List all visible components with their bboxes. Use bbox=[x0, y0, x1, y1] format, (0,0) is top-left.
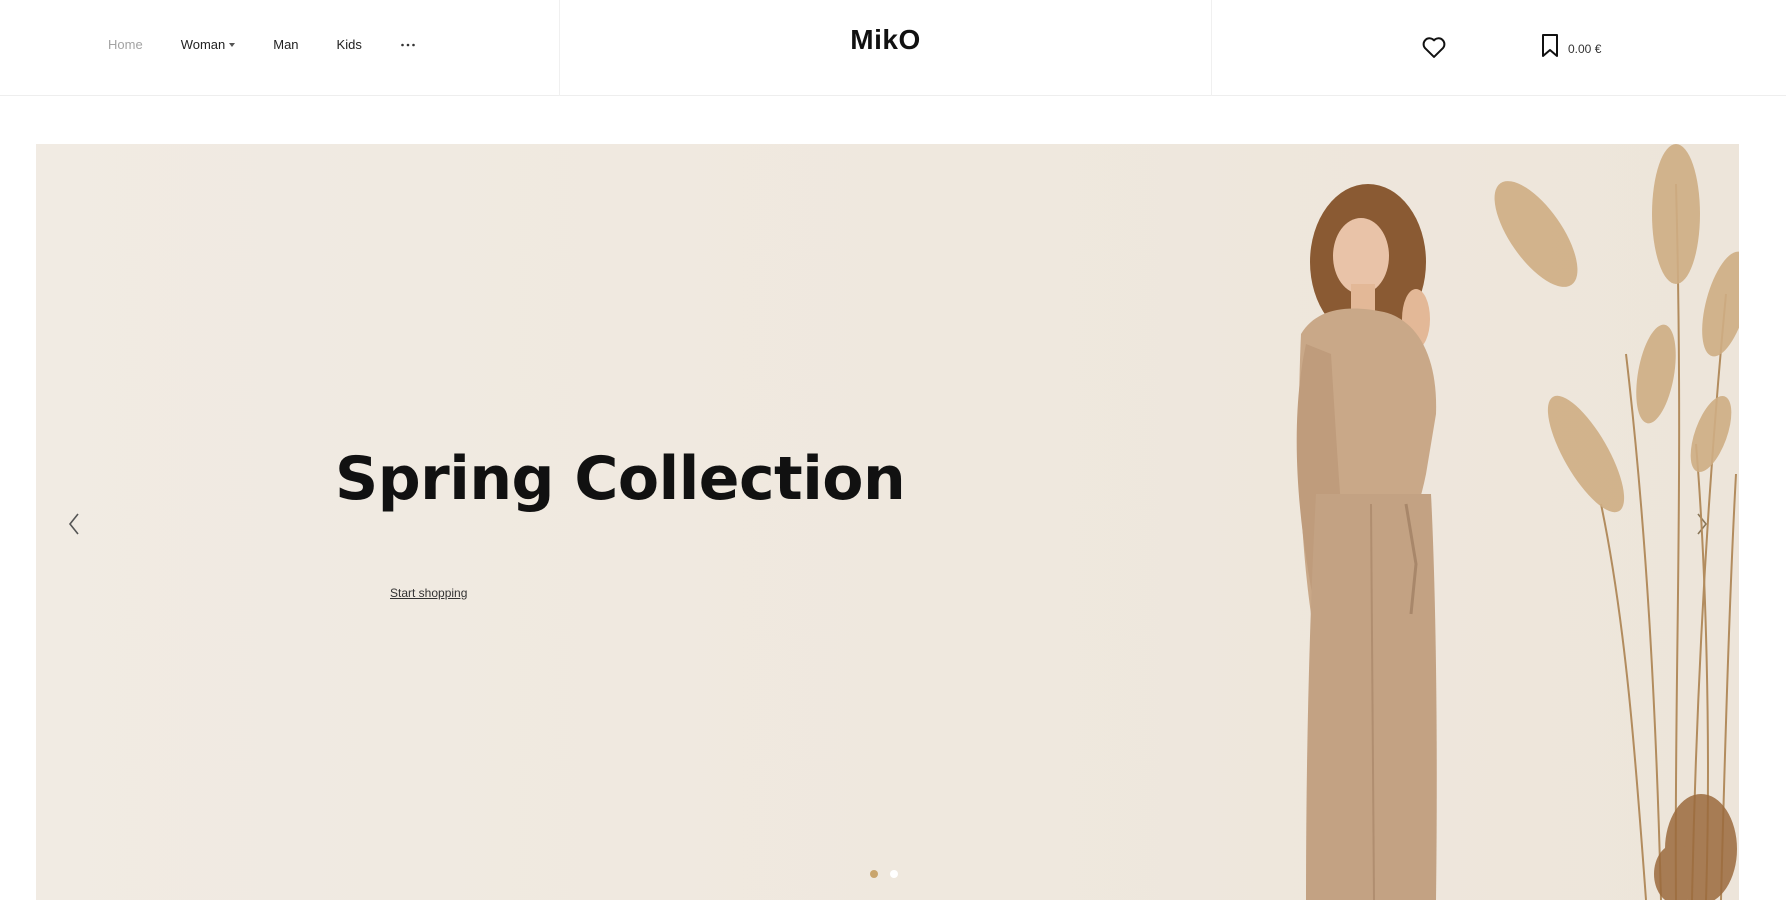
slider-dot-2[interactable] bbox=[890, 870, 898, 878]
start-shopping-link[interactable]: Start shopping bbox=[390, 586, 467, 600]
header-right: 0.00 € bbox=[1212, 0, 1786, 96]
caret-down-icon bbox=[229, 42, 236, 47]
hero-slider: Spring Collection Start shopping bbox=[36, 144, 1739, 900]
nav-item-woman[interactable]: Woman bbox=[181, 37, 236, 52]
cart-total: 0.00 € bbox=[1568, 41, 1602, 56]
cart-button[interactable]: 0.00 € bbox=[1540, 33, 1601, 64]
nav-item-man[interactable]: Man bbox=[273, 37, 298, 52]
header-center: MikO bbox=[560, 0, 1212, 96]
hero-model-image bbox=[1296, 144, 1739, 900]
hero-title: Spring Collection bbox=[335, 444, 906, 514]
nav-item-label: Kids bbox=[336, 37, 362, 52]
heart-icon[interactable] bbox=[1420, 33, 1448, 61]
nav-item-label: Woman bbox=[180, 37, 226, 52]
bookmark-bag-icon bbox=[1540, 33, 1560, 64]
nav-item-label: Man bbox=[273, 37, 299, 52]
more-horizontal-icon[interactable] bbox=[400, 42, 416, 48]
slider-dots bbox=[870, 870, 910, 878]
nav-item-kids[interactable]: Kids bbox=[337, 37, 362, 52]
header-left: Home Woman Man Kids bbox=[0, 0, 560, 96]
nav-item-home[interactable]: Home bbox=[108, 37, 143, 52]
nav-item-label: Home bbox=[108, 37, 143, 52]
slider-dot-1[interactable] bbox=[870, 870, 878, 878]
site-logo[interactable]: MikO bbox=[560, 24, 1211, 56]
site-header: Home Woman Man Kids MikO 0.00 € bbox=[0, 0, 1786, 96]
main-nav: Home Woman Man Kids bbox=[108, 37, 416, 52]
chevron-left-icon[interactable] bbox=[60, 506, 90, 542]
